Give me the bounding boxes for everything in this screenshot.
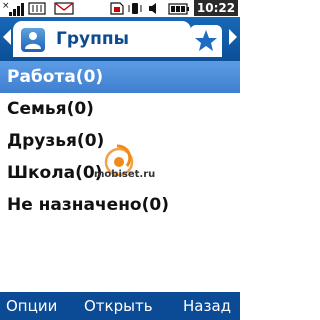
back-softkey[interactable]: Назад: [183, 292, 231, 320]
clock: 10:22: [194, 0, 238, 16]
tab-groups[interactable]: Группы: [13, 21, 191, 57]
header: Группы: [0, 17, 240, 61]
arrow-left-icon[interactable]: [3, 29, 11, 45]
options-softkey[interactable]: Опции: [6, 292, 57, 320]
list-item-label: Друзья(0): [7, 131, 105, 151]
page-title: Группы: [56, 29, 129, 49]
list-item-label: Семья(0): [7, 99, 94, 119]
battery-icon: [168, 3, 189, 15]
signal-icon: ×: [2, 2, 24, 16]
list-item-selected[interactable]: Работа(0): [0, 61, 240, 93]
message-icon: [54, 2, 74, 15]
tab-favorites[interactable]: [190, 25, 222, 57]
softkey-bar: Опции Открыть Назад: [0, 292, 240, 320]
arrow-right-icon[interactable]: [229, 29, 237, 45]
list-item-label: Школа(0): [7, 163, 103, 183]
list-item-label: Работа(0): [7, 67, 104, 87]
watermark-text: mobiset.ru: [94, 169, 156, 180]
contacts-icon: [21, 28, 45, 52]
sim-icon: [110, 2, 124, 15]
list-item[interactable]: Семья(0): [0, 93, 240, 125]
speaker-icon: [149, 3, 156, 14]
vibrate-icon: [128, 3, 142, 14]
data-icon: [28, 2, 46, 15]
watermark-logo-icon: [104, 144, 134, 177]
open-softkey[interactable]: Открыть: [84, 292, 153, 320]
status-bar: × 10:22: [0, 0, 240, 17]
star-icon: [195, 30, 217, 51]
